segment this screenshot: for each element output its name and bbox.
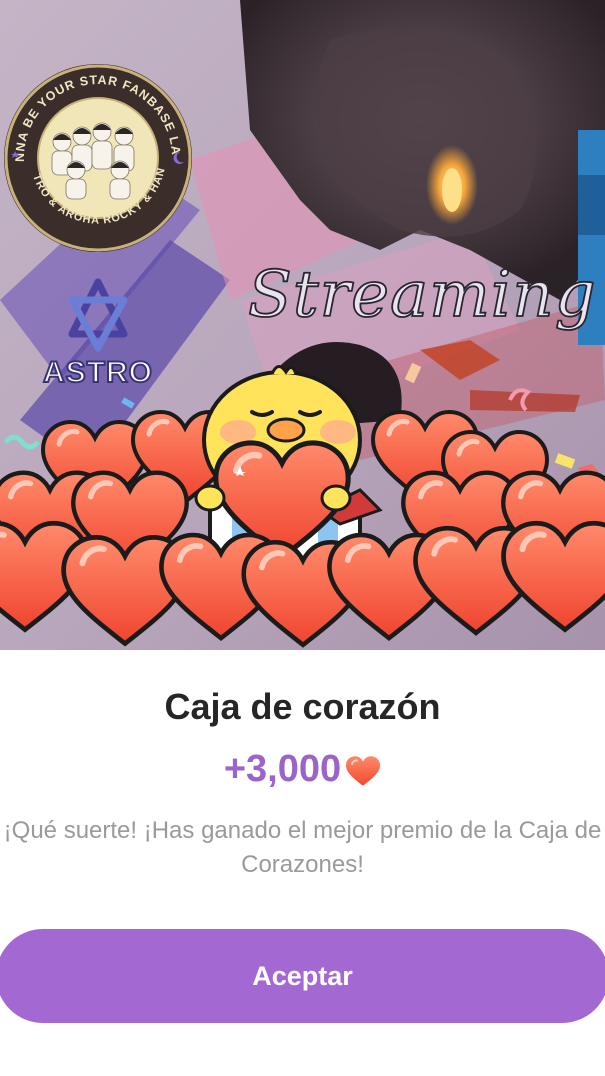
streaming-overlay-text: Streaming [247,257,597,333]
reward-amount: +3,000 [223,748,342,790]
reward-banner: WANNA BE YOUR STAR FANBASE LATAM ASTRO &… [0,0,605,650]
heart-box-illustration [0,362,605,650]
reward-amount-row: +3,000 [0,748,605,791]
reward-dialog: WANNA BE YOUR STAR FANBASE LATAM ASTRO &… [0,0,605,1076]
astro-star-icon [68,278,128,352]
reward-message: ¡Qué suerte! ¡Has ganado el mejor premio… [3,817,602,878]
reward-title: Caja de corazón [164,686,441,727]
accept-button[interactable]: Aceptar [0,929,605,1023]
fanbase-badge: WANNA BE YOUR STAR FANBASE LATAM ASTRO &… [2,62,192,252]
heart-icon [346,755,381,786]
